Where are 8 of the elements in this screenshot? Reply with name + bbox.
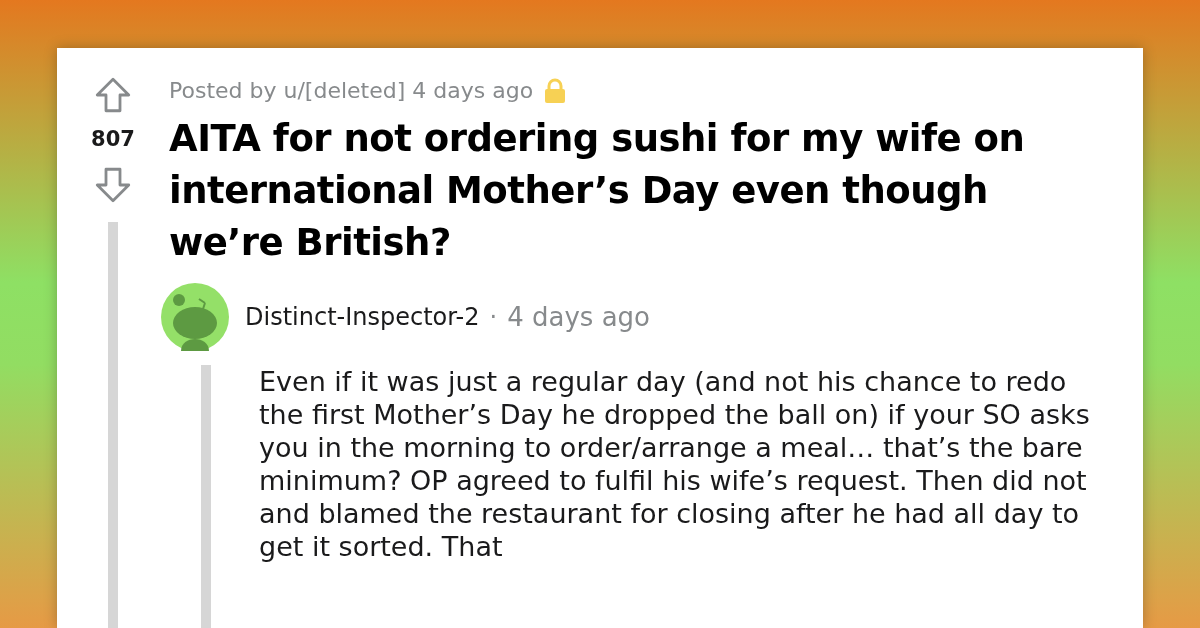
comment-body: Even if it was just a regular day (and not his chance to redo the first Mother’s Day he dropped the ball on) if your SO asks you in the morning to order/arrange a meal… that’s the bare minimum? OP agreed to fulfil his wife’s request. Then did not and blamed the restaurant for closing after he had all day to get it sorted. That [259, 365, 1091, 564]
comment-time: 4 days ago [507, 300, 650, 334]
vote-score: 807 [91, 126, 135, 153]
separator-dot: · [489, 302, 498, 333]
post-title: AITA for not ordering sushi for my wife on international Mother’s Day even though we’re British? [169, 116, 1026, 266]
comment-author[interactable]: Distinct-Inspector-2 [245, 299, 480, 335]
avatar-icon [161, 283, 229, 351]
post-meta: Posted by u/[deleted] 4 days ago [169, 77, 534, 105]
